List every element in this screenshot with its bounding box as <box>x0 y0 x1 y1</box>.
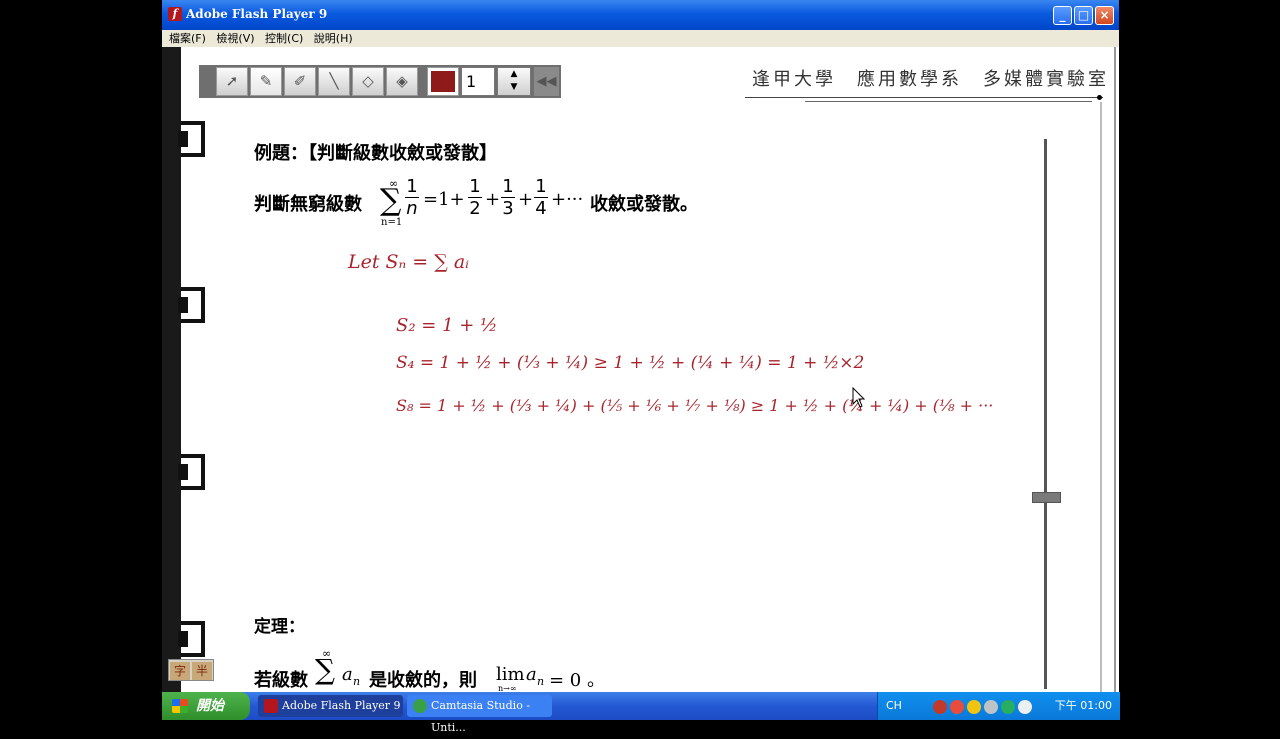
system-tray: CH 下午 01:00 <box>877 692 1120 720</box>
taskbar-item-label: Adobe Flash Player 9 <box>282 699 401 712</box>
start-label: 開始 <box>196 698 224 714</box>
ime-toolbar[interactable]: 字半 <box>168 659 214 681</box>
security-icon[interactable] <box>950 700 964 714</box>
mouse-cursor-icon <box>852 387 866 408</box>
flash-app-icon <box>264 699 278 713</box>
handwritten-annotations: Let Sₙ = ∑ aᵢ S₂ = 1 + ½ S₄ = 1 + ½ + (⅓… <box>162 47 1119 692</box>
taskbar-item-flash-player[interactable]: Adobe Flash Player 9 <box>258 695 403 717</box>
handwritten-line-1: Let Sₙ = ∑ aᵢ <box>348 251 470 273</box>
menu-view[interactable]: 檢視(V) <box>216 30 254 47</box>
windows-logo-icon <box>172 699 188 713</box>
limit-term-subscript: n <box>537 675 545 688</box>
handwritten-line-2: S₂ = 1 + ½ <box>396 315 498 336</box>
theorem-term-a: a <box>342 664 353 685</box>
ime-mode-char[interactable]: 字 <box>170 662 190 680</box>
network-icon[interactable] <box>984 700 998 714</box>
taskbar: 開始 Adobe Flash Player 9 Camtasia Studio … <box>162 692 1120 734</box>
maximize-icon: □ <box>1077 8 1090 22</box>
limit-symbol: lim <box>496 664 525 685</box>
language-indicator[interactable]: CH <box>886 692 902 720</box>
window-title: Adobe Flash Player 9 <box>186 7 328 21</box>
flash-player-window: f Adobe Flash Player 9 _ □ × 檔案(F) 檢視(V)… <box>162 0 1119 692</box>
theorem-result: = 0 。 <box>549 670 605 691</box>
flash-app-icon: f <box>168 7 182 21</box>
start-button[interactable]: 開始 <box>162 692 250 720</box>
theorem-label: 定理： <box>254 617 305 637</box>
close-icon: × <box>1099 8 1110 22</box>
antivirus-icon[interactable] <box>933 700 947 714</box>
volume-icon[interactable] <box>1018 700 1032 714</box>
menu-control[interactable]: 控制(C) <box>265 30 303 47</box>
theorem-prefix: 若級數 <box>254 670 308 691</box>
clock: 下午 01:00 <box>1054 699 1112 712</box>
theorem-term-subscript: n <box>353 675 361 688</box>
handwritten-line-3: S₄ = 1 + ½ + (⅓ + ¼) ≥ 1 + ½ + (¼ + ¼) =… <box>396 353 865 373</box>
handwritten-line-4: S₈ = 1 + ½ + (⅓ + ¼) + (⅕ + ⅙ + ⅐ + ⅛) ≥… <box>396 396 994 415</box>
minimize-icon: _ <box>1059 8 1066 22</box>
ime-mode-half[interactable]: 半 <box>192 662 212 680</box>
taskbar-item-label: Camtasia Studio - Unti... <box>431 699 531 734</box>
maximize-button[interactable]: □ <box>1074 6 1093 25</box>
shield-icon[interactable] <box>967 700 981 714</box>
limit-term-a: a <box>526 664 537 685</box>
camtasia-app-icon <box>413 699 427 713</box>
taskbar-item-camtasia[interactable]: Camtasia Studio - Unti... <box>407 695 552 734</box>
title-bar[interactable]: f Adobe Flash Player 9 _ □ × <box>162 0 1119 30</box>
update-icon[interactable] <box>1001 700 1015 714</box>
theorem-sigma-symbol: ∑ <box>315 653 335 686</box>
window-right-border <box>1114 47 1116 692</box>
limit-subscript: n→∞ <box>498 684 517 692</box>
flash-stage[interactable]: ➚ ✎ ✐ ╲ ◇ ◈ 1 ▲ ▼ ◀◀ 逢甲大學 應用數學系 多媒體實驗室 例… <box>162 47 1119 692</box>
close-button[interactable]: × <box>1095 6 1114 25</box>
minimize-button[interactable]: _ <box>1053 6 1072 25</box>
menu-file[interactable]: 檔案(F) <box>169 30 206 47</box>
theorem-middle: 是收斂的，則 <box>369 670 477 691</box>
menu-help[interactable]: 說明(H) <box>314 30 353 47</box>
menu-bar: 檔案(F) 檢視(V) 控制(C) 說明(H) <box>162 30 1119 47</box>
tray-icons <box>933 699 1035 718</box>
